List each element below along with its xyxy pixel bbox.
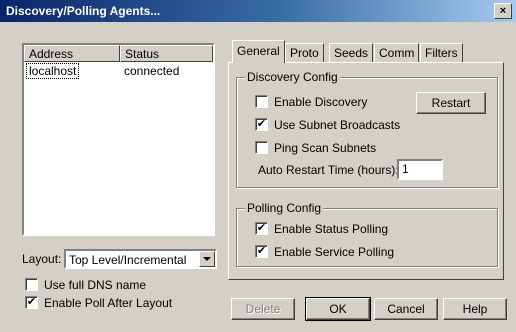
poll-after-layout-label: Enable Poll After Layout — [44, 296, 173, 310]
agent-address: localhost — [26, 63, 80, 79]
auto-restart-label: Auto Restart Time (hours): — [258, 163, 399, 177]
list-row[interactable]: localhost connected — [24, 63, 213, 79]
list-header: Address Status — [24, 45, 213, 62]
status-polling-checkbox[interactable]: ✔ — [255, 222, 268, 235]
poll-after-layout-checkbox[interactable]: ✔ — [25, 296, 38, 309]
chevron-down-icon[interactable] — [199, 251, 215, 267]
subnet-broadcasts-checkbox[interactable]: ✔ — [255, 118, 268, 131]
tab-general[interactable]: General — [232, 40, 285, 63]
enable-discovery-checkbox[interactable] — [255, 95, 268, 108]
layout-selected-value: Top Level/Incremental — [69, 253, 187, 267]
tab-comm[interactable]: Comm — [374, 43, 420, 62]
layout-label: Layout: — [22, 252, 62, 266]
cancel-button[interactable]: Cancel — [374, 298, 438, 320]
discovery-config-title: Discovery Config — [245, 70, 340, 84]
help-button[interactable]: Help — [443, 298, 507, 320]
tab-proto[interactable]: Proto — [285, 43, 324, 62]
polling-config-title: Polling Config — [245, 201, 324, 215]
tab-filters[interactable]: Filters — [420, 43, 463, 62]
column-header-address[interactable]: Address — [24, 45, 120, 62]
service-polling-checkbox[interactable]: ✔ — [255, 245, 268, 258]
subnet-broadcasts-label: Use Subnet Broadcasts — [274, 118, 401, 132]
column-header-status[interactable]: Status — [120, 45, 213, 62]
layout-select[interactable]: Top Level/Incremental — [64, 249, 217, 269]
full-dns-label: Use full DNS name — [44, 278, 147, 292]
ok-button[interactable]: OK — [305, 297, 371, 321]
status-polling-label: Enable Status Polling — [274, 222, 389, 236]
window-title: Discovery/Polling Agents... — [6, 4, 161, 18]
ping-scan-label: Ping Scan Subnets — [274, 141, 377, 155]
close-button[interactable]: × — [494, 3, 512, 19]
close-icon: × — [499, 5, 507, 17]
full-dns-checkbox[interactable] — [25, 278, 38, 291]
discovery-polling-dialog: Discovery/Polling Agents... × Address St… — [0, 0, 516, 332]
title-bar[interactable]: Discovery/Polling Agents... × — [0, 0, 516, 22]
service-polling-label: Enable Service Polling — [274, 245, 395, 259]
tab-seeds[interactable]: Seeds — [329, 43, 374, 62]
restart-button[interactable]: Restart — [416, 92, 486, 114]
delete-button[interactable]: Delete — [231, 298, 295, 320]
ping-scan-checkbox[interactable] — [255, 141, 268, 154]
auto-restart-input[interactable]: 1 — [397, 159, 443, 180]
agent-status: connected — [124, 64, 180, 78]
agents-list[interactable]: Address Status localhost connected — [22, 43, 215, 236]
enable-discovery-label: Enable Discovery — [274, 95, 368, 109]
